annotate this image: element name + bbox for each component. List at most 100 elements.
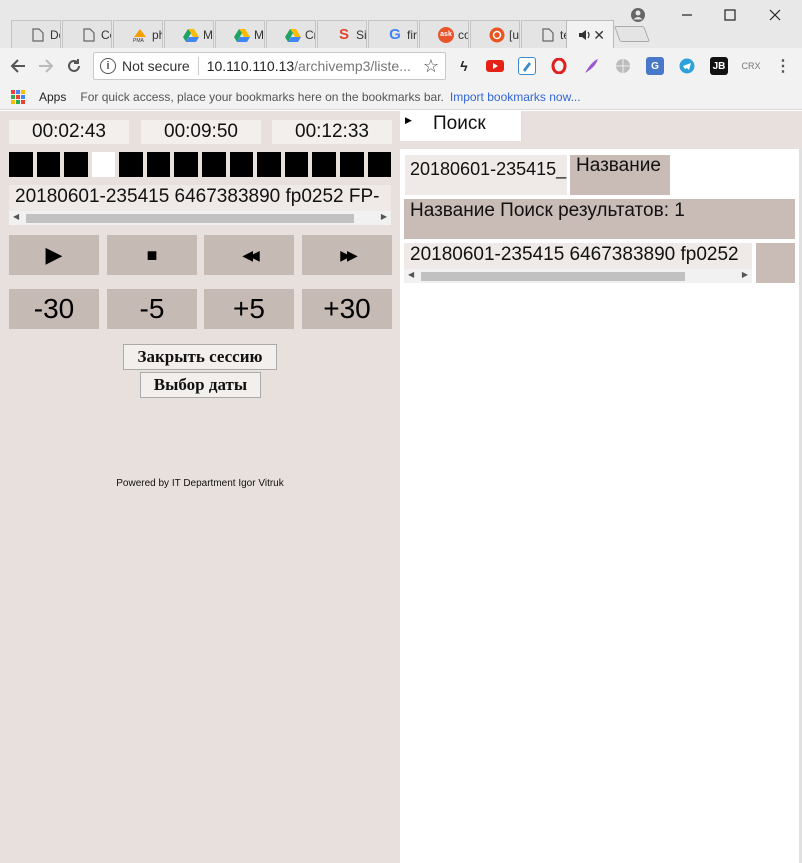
google-icon: G <box>389 26 401 43</box>
apps-link[interactable]: Apps <box>39 90 66 104</box>
level-segment <box>9 152 33 177</box>
scroll-left-icon[interactable]: ◀ <box>13 212 19 221</box>
jb-label: JB <box>712 60 726 72</box>
feather-icon[interactable] <box>582 57 600 75</box>
tab-label: Ce <box>101 27 111 42</box>
globe-icon[interactable] <box>614 57 632 75</box>
document-icon <box>540 27 556 43</box>
time-remaining: 00:09:50 <box>141 120 261 144</box>
browser-toolbar: i Not secure 10.110.110.13/archivemp3/li… <box>0 48 802 84</box>
level-segment <box>36 152 61 177</box>
bolt-icon[interactable]: ϟ <box>455 57 473 75</box>
document-icon <box>81 27 97 43</box>
address-bar[interactable]: i Not secure 10.110.110.13/archivemp3/li… <box>93 52 446 80</box>
result-item-name: 20180601-235415 6467383890 fp0252 <box>410 244 739 265</box>
bookmarks-hint: For quick access, place your bookmarks h… <box>80 89 444 104</box>
tab-strip: Dc Ce PMA ph M M Ск S Sin Gfir askco [u <box>0 0 802 48</box>
telegram-icon[interactable] <box>678 57 696 75</box>
pen-icon[interactable] <box>518 57 536 75</box>
fast-forward-button[interactable]: ▶▶ <box>302 235 392 275</box>
url-text[interactable]: 10.110.110.13/archivemp3/liste... <box>207 58 411 74</box>
bookmark-star-icon[interactable]: ☆ <box>423 56 439 77</box>
level-meter <box>9 152 392 177</box>
level-segment <box>257 152 281 177</box>
skip-back-30-button[interactable]: -30 <box>9 289 99 329</box>
profile-icon[interactable] <box>623 4 653 26</box>
select-date-button[interactable]: Выбор даты <box>140 372 261 398</box>
crx-icon[interactable]: CRX <box>741 57 761 75</box>
browser-tab[interactable]: [u <box>470 20 520 48</box>
stop-button[interactable]: ■ <box>107 235 197 275</box>
pma-icon: PMA <box>132 27 148 43</box>
level-segment <box>119 152 143 177</box>
scrollbar-thumb[interactable] <box>26 214 354 223</box>
tab-label: ph <box>152 27 162 42</box>
search-input[interactable]: 20180601-235415_ <box>405 155 567 195</box>
menu-icon[interactable]: ⋮ <box>774 57 792 75</box>
youtube-icon[interactable] <box>486 57 504 75</box>
tab-bar-divider <box>400 141 802 149</box>
svg-text:PMA: PMA <box>133 38 145 43</box>
browser-tab[interactable]: Gfir <box>368 20 418 48</box>
rewind-button[interactable]: ◀◀ <box>204 235 294 275</box>
tab-label: Sin <box>356 27 367 42</box>
tab-label: co <box>458 27 468 42</box>
crx-label: CRX <box>741 61 761 71</box>
scroll-left-icon[interactable]: ◀ <box>408 270 414 279</box>
s-logo-icon: S <box>338 26 349 43</box>
close-icon[interactable]: ✕ <box>593 27 605 44</box>
back-icon[interactable] <box>6 54 30 78</box>
browser-tab[interactable]: M <box>164 20 214 48</box>
close-session-button[interactable]: Закрыть сессию <box>123 344 277 370</box>
horizontal-scrollbar[interactable]: ◀ ▶ <box>404 269 752 283</box>
browser-tab[interactable]: M <box>215 20 265 48</box>
browser-tab[interactable]: Ce <box>62 20 112 48</box>
minimize-icon[interactable] <box>672 4 702 26</box>
import-bookmarks-link[interactable]: Import bookmarks now... <box>450 90 581 104</box>
tab-label: M <box>254 27 264 42</box>
skip-back-5-button[interactable]: -5 <box>107 289 197 329</box>
opera-icon[interactable] <box>550 57 568 75</box>
maximize-icon[interactable] <box>715 4 745 26</box>
current-track-field[interactable]: 20180601-235415 6467383890 fp0252 FP- ◀ … <box>9 185 391 225</box>
sort-by-name-button[interactable]: Название <box>570 155 670 195</box>
browser-tab[interactable]: askco <box>419 20 469 48</box>
player-panel: 00:02:43 00:09:50 00:12:33 20180601-2354… <box>0 111 400 863</box>
new-tab-button[interactable] <box>614 26 650 42</box>
powered-by-footer: Powered by IT Department Igor Vitruk <box>116 478 284 489</box>
skip-forward-5-button[interactable]: +5 <box>204 289 294 329</box>
browser-tab-active[interactable]: ✕ <box>566 20 614 48</box>
translate-icon[interactable]: G <box>646 57 664 75</box>
scroll-right-icon[interactable]: ▶ <box>381 212 387 221</box>
drive-icon <box>285 27 301 43</box>
browser-tab[interactable]: Dc <box>11 20 61 48</box>
tab-search[interactable]: ▶ Поиск <box>400 111 522 141</box>
divider <box>197 57 199 75</box>
play-button[interactable]: ▶ <box>9 235 99 275</box>
browser-tab[interactable]: Ск <box>266 20 316 48</box>
horizontal-scrollbar[interactable]: ◀ ▶ <box>9 211 391 225</box>
level-segment <box>312 152 336 177</box>
skip-forward-30-button[interactable]: +30 <box>302 289 392 329</box>
play-result-button[interactable] <box>756 243 795 283</box>
reload-icon[interactable] <box>62 54 86 78</box>
triangle-right-icon: ▶ <box>405 115 412 125</box>
browser-tab[interactable]: S Sin <box>317 20 367 48</box>
forward-icon[interactable] <box>34 54 58 78</box>
browser-tab[interactable]: te <box>521 20 571 48</box>
apps-grid-icon[interactable] <box>11 89 25 104</box>
tab-label: fir <box>407 27 417 42</box>
result-item[interactable]: 20180601-235415 6467383890 fp0252 ◀ ▶ <box>404 243 752 283</box>
results-header: Название Поиск результатов: 1 <box>404 199 795 239</box>
page-content: 00:02:43 00:09:50 00:12:33 20180601-2354… <box>0 111 802 863</box>
info-icon[interactable]: i <box>100 58 116 74</box>
drive-icon <box>183 27 199 43</box>
url-path: /archivemp3/liste... <box>294 58 411 74</box>
jb-icon[interactable]: JB <box>710 57 728 75</box>
scrollbar-thumb[interactable] <box>421 272 685 281</box>
time-total: 00:12:33 <box>272 120 392 144</box>
browser-tab[interactable]: PMA ph <box>113 20 163 48</box>
window-close-icon[interactable] <box>760 4 790 26</box>
document-icon <box>30 27 46 43</box>
scroll-right-icon[interactable]: ▶ <box>742 270 748 279</box>
